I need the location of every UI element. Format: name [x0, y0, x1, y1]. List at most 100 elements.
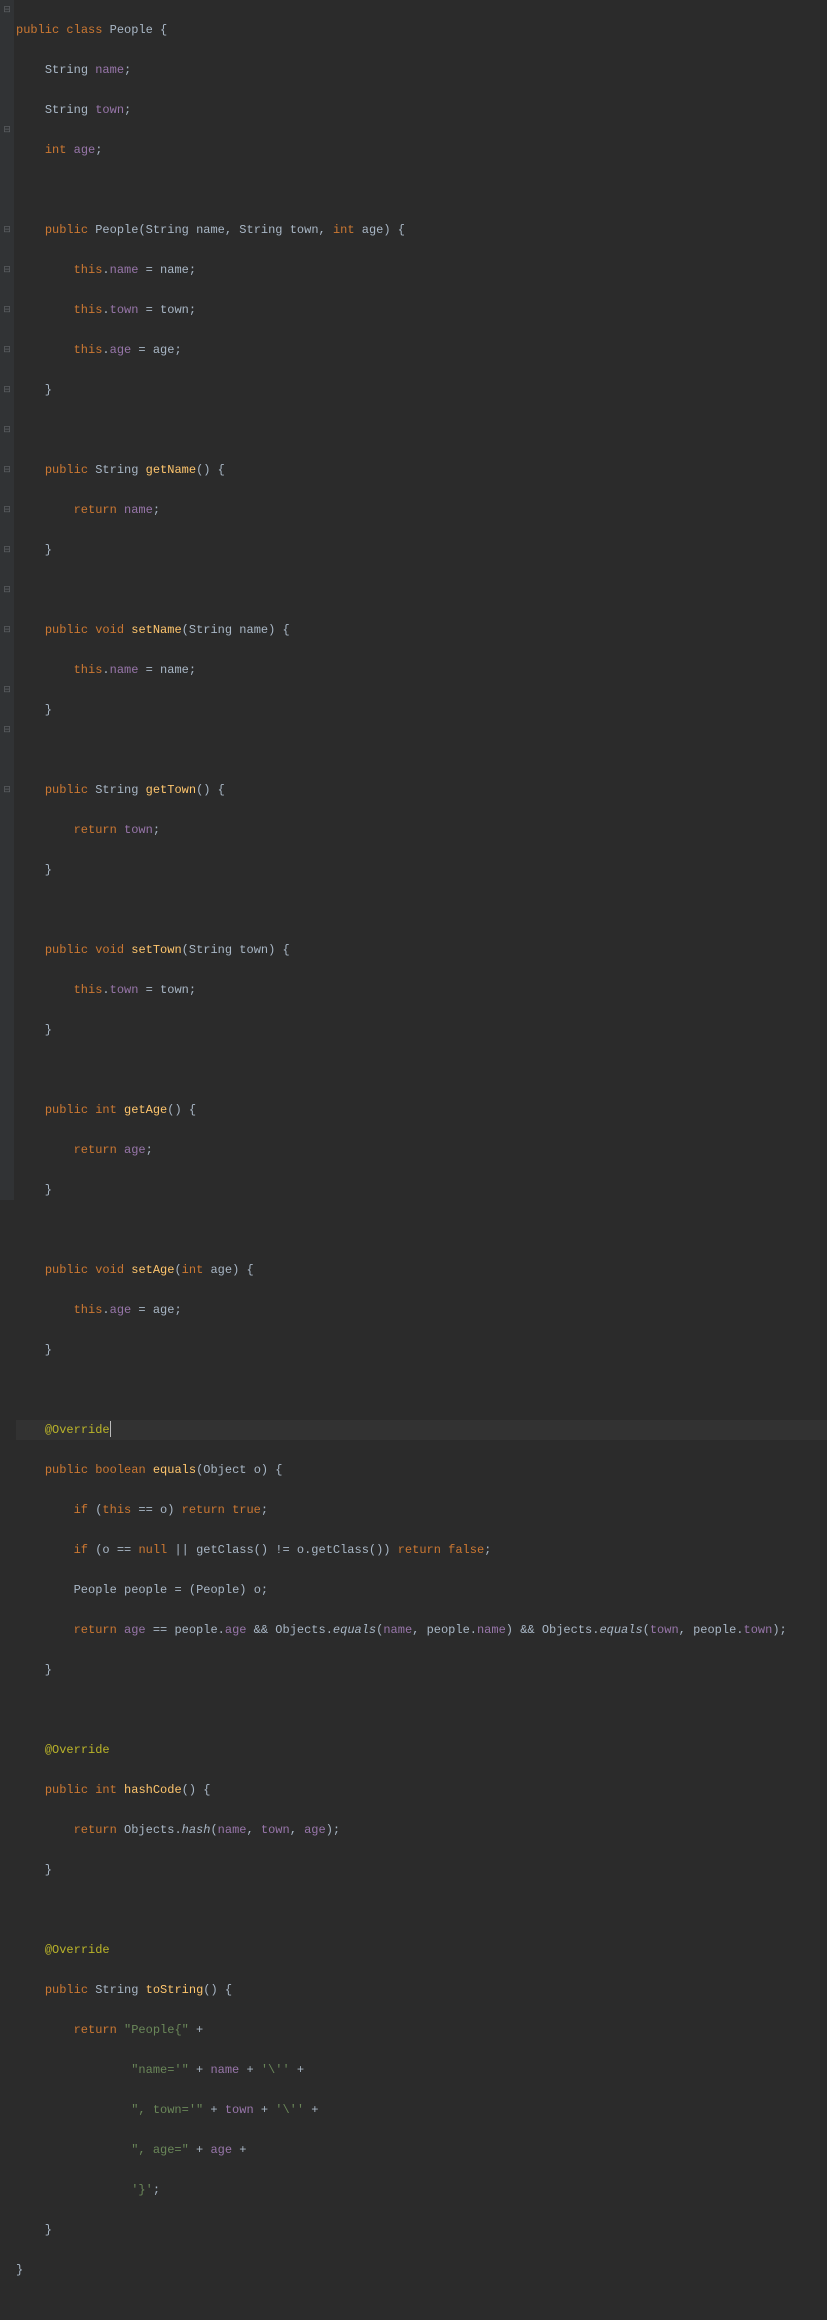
type: Objects	[124, 1823, 174, 1837]
method: getTown	[146, 783, 196, 797]
param: town	[290, 223, 319, 237]
fold-marker[interactable]: ⊟	[3, 726, 11, 734]
field: town	[261, 1823, 290, 1837]
constructor: People	[95, 223, 138, 237]
keyword: return	[74, 503, 117, 517]
keyword: public	[45, 1103, 88, 1117]
field: name	[95, 63, 124, 77]
keyword: return	[74, 1623, 117, 1637]
gutter: ⊟ ⊟ ⊟ ⊟ ⊟ ⊟ ⊟ ⊟ ⊟ ⊟ ⊟ ⊟ ⊟ ⊟ ⊟ ⊟	[0, 0, 14, 1200]
field: name	[383, 1623, 412, 1637]
field: town	[650, 1623, 679, 1637]
keyword: public	[45, 223, 88, 237]
var: o	[160, 1503, 167, 1517]
keyword: this	[74, 1303, 103, 1317]
var: people	[174, 1623, 217, 1637]
fold-marker[interactable]: ⊟	[3, 6, 11, 14]
method: getAge	[124, 1103, 167, 1117]
keyword: public	[45, 463, 88, 477]
string: ", age="	[131, 2143, 189, 2157]
keyword: this	[102, 1503, 131, 1517]
field: name	[218, 1823, 247, 1837]
field: age	[304, 1823, 326, 1837]
type: String	[45, 103, 88, 117]
field: town	[110, 303, 139, 317]
fold-marker[interactable]: ⊟	[3, 346, 11, 354]
method: toString	[146, 1983, 204, 1997]
param: name	[196, 223, 225, 237]
fold-marker[interactable]: ⊟	[3, 546, 11, 554]
field: town	[225, 2103, 254, 2117]
fold-marker[interactable]: ⊟	[3, 266, 11, 274]
method: equals	[153, 1463, 196, 1477]
field: name	[477, 1623, 506, 1637]
fold-marker[interactable]: ⊟	[3, 226, 11, 234]
keyword: return	[74, 1823, 117, 1837]
method: setTown	[131, 943, 181, 957]
fold-marker[interactable]: ⊟	[3, 786, 11, 794]
field: age	[210, 2143, 232, 2157]
field: town	[124, 823, 153, 837]
var: town	[160, 983, 189, 997]
keyword: int	[45, 143, 67, 157]
var: people	[693, 1623, 736, 1637]
annotation: @Override	[45, 1743, 110, 1757]
type: Object	[203, 1463, 246, 1477]
caret	[110, 1421, 111, 1437]
type: String	[95, 463, 138, 477]
keyword: this	[74, 663, 103, 677]
keyword: public	[45, 783, 88, 797]
keyword: public	[45, 1783, 88, 1797]
keyword: this	[74, 303, 103, 317]
keyword: void	[95, 1263, 124, 1277]
keyword: boolean	[95, 1463, 145, 1477]
type: String	[95, 1983, 138, 1997]
var: people	[427, 1623, 470, 1637]
keyword: public	[45, 623, 88, 637]
var: name	[160, 263, 189, 277]
keyword: this	[74, 343, 103, 357]
type: String	[45, 63, 88, 77]
keyword: true	[232, 1503, 261, 1517]
fold-marker[interactable]: ⊟	[3, 386, 11, 394]
fold-marker[interactable]: ⊟	[3, 506, 11, 514]
var: o	[102, 1543, 109, 1557]
fold-marker[interactable]: ⊟	[3, 626, 11, 634]
var: age	[153, 343, 175, 357]
fold-marker[interactable]: ⊟	[3, 306, 11, 314]
field: name	[110, 663, 139, 677]
keyword: this	[74, 983, 103, 997]
field: name	[210, 2063, 239, 2077]
field: name	[110, 263, 139, 277]
method: getName	[146, 463, 196, 477]
field: town	[110, 983, 139, 997]
code-editor[interactable]: ⊟ ⊟ ⊟ ⊟ ⊟ ⊟ ⊟ ⊟ ⊟ ⊟ ⊟ ⊟ ⊟ ⊟ ⊟ ⊟ public c…	[0, 0, 827, 1200]
current-line: @Override	[16, 1420, 827, 1440]
type: People	[74, 1583, 117, 1597]
param: name	[239, 623, 268, 637]
fold-marker[interactable]: ⊟	[3, 586, 11, 594]
fold-marker[interactable]: ⊟	[3, 686, 11, 694]
keyword: return	[182, 1503, 225, 1517]
code-content[interactable]: public class People { String name; Strin…	[14, 0, 827, 1200]
annotation: @Override	[45, 1423, 110, 1437]
fold-marker[interactable]: ⊟	[3, 466, 11, 474]
var: people	[124, 1583, 167, 1597]
param: town	[239, 943, 268, 957]
string: "People{"	[124, 2023, 189, 2037]
fold-marker[interactable]: ⊟	[3, 426, 11, 434]
method: setName	[131, 623, 181, 637]
call: equals	[333, 1623, 376, 1637]
param: age	[362, 223, 384, 237]
fold-marker[interactable]: ⊟	[3, 126, 11, 134]
keyword: int	[95, 1783, 117, 1797]
keyword: public	[45, 1263, 88, 1277]
keyword: return	[74, 823, 117, 837]
call: getClass	[196, 1543, 254, 1557]
keyword: int	[333, 223, 355, 237]
keyword: this	[74, 263, 103, 277]
field: town	[95, 103, 124, 117]
keyword: public	[45, 1463, 88, 1477]
type: People	[196, 1583, 239, 1597]
string: '\''	[275, 2103, 304, 2117]
